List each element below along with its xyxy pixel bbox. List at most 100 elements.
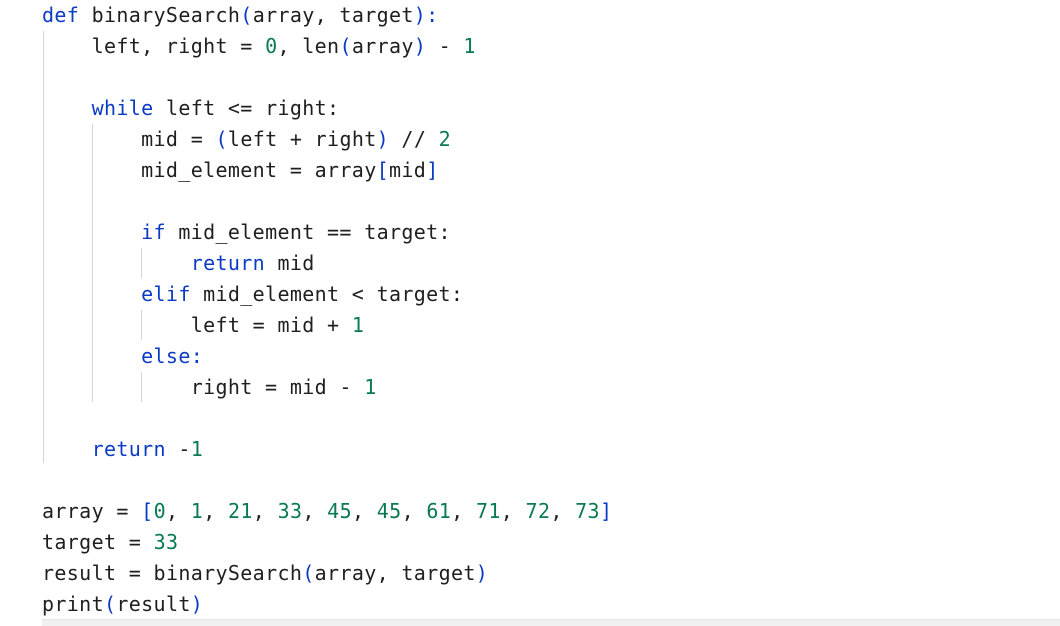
code-line[interactable]: target = 33 xyxy=(42,527,178,558)
code-token-num: 2 xyxy=(438,127,452,151)
code-line[interactable]: print(result) xyxy=(42,589,203,620)
code-token-plain: target xyxy=(42,530,129,554)
code-line[interactable]: else: xyxy=(42,341,203,372)
code-line[interactable]: mid = (left + right) // 2 xyxy=(42,124,451,155)
code-token-pn: [ xyxy=(376,158,389,182)
code-line[interactable]: left, right = 0, len(array) - 1 xyxy=(42,31,476,62)
code-token-op: = xyxy=(116,499,129,523)
code-token-plain: left, right xyxy=(42,34,241,58)
code-token-kw: if xyxy=(141,220,166,244)
code-token-num: 1 xyxy=(364,375,377,399)
code-line[interactable]: mid_element = array[mid] xyxy=(42,155,439,186)
code-token-num: 1 xyxy=(190,437,204,461)
code-token-plain: , xyxy=(203,499,228,523)
code-token-num: 45 xyxy=(376,499,402,523)
code-token-plain: , xyxy=(451,499,476,523)
code-token-pn: ] xyxy=(426,158,439,182)
code-token-plain: mid xyxy=(42,127,191,151)
code-token-num: 1 xyxy=(190,499,204,523)
code-token-plain: array xyxy=(302,158,377,182)
code-token-plain: array xyxy=(42,499,117,523)
code-token-num: 21 xyxy=(227,499,253,523)
code-token-num: 33 xyxy=(277,499,303,523)
code-token-num: 0 xyxy=(153,499,166,523)
code-token-pn: : xyxy=(190,344,204,368)
code-token-kw: while xyxy=(91,96,154,120)
code-token-pn: ( xyxy=(240,3,253,27)
code-token-plain: mid_element xyxy=(42,158,290,182)
code-token-op: - xyxy=(426,34,464,58)
code-token-plain: left xyxy=(42,313,253,337)
code-line[interactable]: if mid_element == target: xyxy=(42,217,451,248)
code-token-pn: ): xyxy=(413,3,439,27)
code-token-plain: right xyxy=(42,375,266,399)
code-token-kw: elif xyxy=(141,282,191,306)
code-token-plain: array, target xyxy=(252,3,414,27)
code-token-pn: [ xyxy=(141,499,154,523)
code-line[interactable]: result = binarySearch(array, target) xyxy=(42,558,488,589)
code-token-num: 72 xyxy=(525,499,551,523)
code-token-plain: left <= right: xyxy=(153,96,340,120)
code-token-pn: ( xyxy=(215,127,228,151)
code-token-plain: print xyxy=(42,592,104,616)
code-line[interactable]: return -1 xyxy=(42,434,203,465)
code-token-kw: def xyxy=(42,3,80,27)
code-token-pn: ) xyxy=(376,127,390,151)
code-line[interactable]: def binarySearch(array, target): xyxy=(42,0,439,31)
code-token-plain: array, target xyxy=(314,561,476,585)
code-token-kw: return xyxy=(91,437,166,461)
code-token-num: 45 xyxy=(327,499,352,523)
code-line[interactable]: return mid xyxy=(42,248,315,279)
code-token-kw: return xyxy=(190,251,266,275)
code-token-num: 33 xyxy=(153,530,179,554)
code-token-pn: ( xyxy=(339,34,352,58)
code-token-plain: , xyxy=(302,499,328,523)
code-token-plain: left + right xyxy=(227,127,377,151)
code-editor[interactable]: def binarySearch(array, target): left, r… xyxy=(0,0,1060,626)
code-token-plain: result xyxy=(116,592,191,616)
code-token-kw: else xyxy=(141,344,191,368)
code-token-op: = xyxy=(240,34,253,58)
code-line[interactable]: right = mid - 1 xyxy=(42,372,377,403)
code-token-num: 1 xyxy=(463,34,476,58)
code-token-op: = xyxy=(128,561,142,585)
code-token-pn: ) xyxy=(475,561,489,585)
code-token-op: = xyxy=(252,313,266,337)
code-token-plain: , xyxy=(252,499,278,523)
code-token-plain: mid xyxy=(389,158,427,182)
code-token-op: = xyxy=(128,530,142,554)
code-line[interactable]: array = [0, 1, 21, 33, 45, 45, 61, 71, 7… xyxy=(42,496,612,527)
code-line[interactable]: while left <= right: xyxy=(42,93,339,124)
code-token-pn: ] xyxy=(599,499,613,523)
code-token-plain: mid_element < target: xyxy=(190,282,464,306)
code-token-plain: mid + xyxy=(265,313,352,337)
code-token-plain: , xyxy=(550,499,576,523)
code-token-num: 61 xyxy=(426,499,452,523)
code-token-plain: mid xyxy=(265,251,315,275)
code-line[interactable]: elif mid_element < target: xyxy=(42,279,463,310)
code-token-plain: array xyxy=(351,34,414,58)
code-token-plain: - xyxy=(165,437,191,461)
code-token-pn: ) xyxy=(413,34,427,58)
code-token-plain: mid - xyxy=(277,375,365,399)
code-line[interactable]: left = mid + 1 xyxy=(42,310,364,341)
code-token-plain: binarySearch xyxy=(141,561,303,585)
code-token-num: 1 xyxy=(351,313,365,337)
code-token-plain: mid_element == target: xyxy=(165,220,451,244)
code-token-pn: ) xyxy=(190,592,204,616)
code-token-num: 0 xyxy=(265,34,278,58)
code-token-plain: result xyxy=(42,561,129,585)
code-token-op: = xyxy=(289,158,303,182)
code-token-plain: binarySearch xyxy=(79,3,241,27)
code-token-plain: // xyxy=(389,127,439,151)
code-token-plain: , len xyxy=(277,34,340,58)
